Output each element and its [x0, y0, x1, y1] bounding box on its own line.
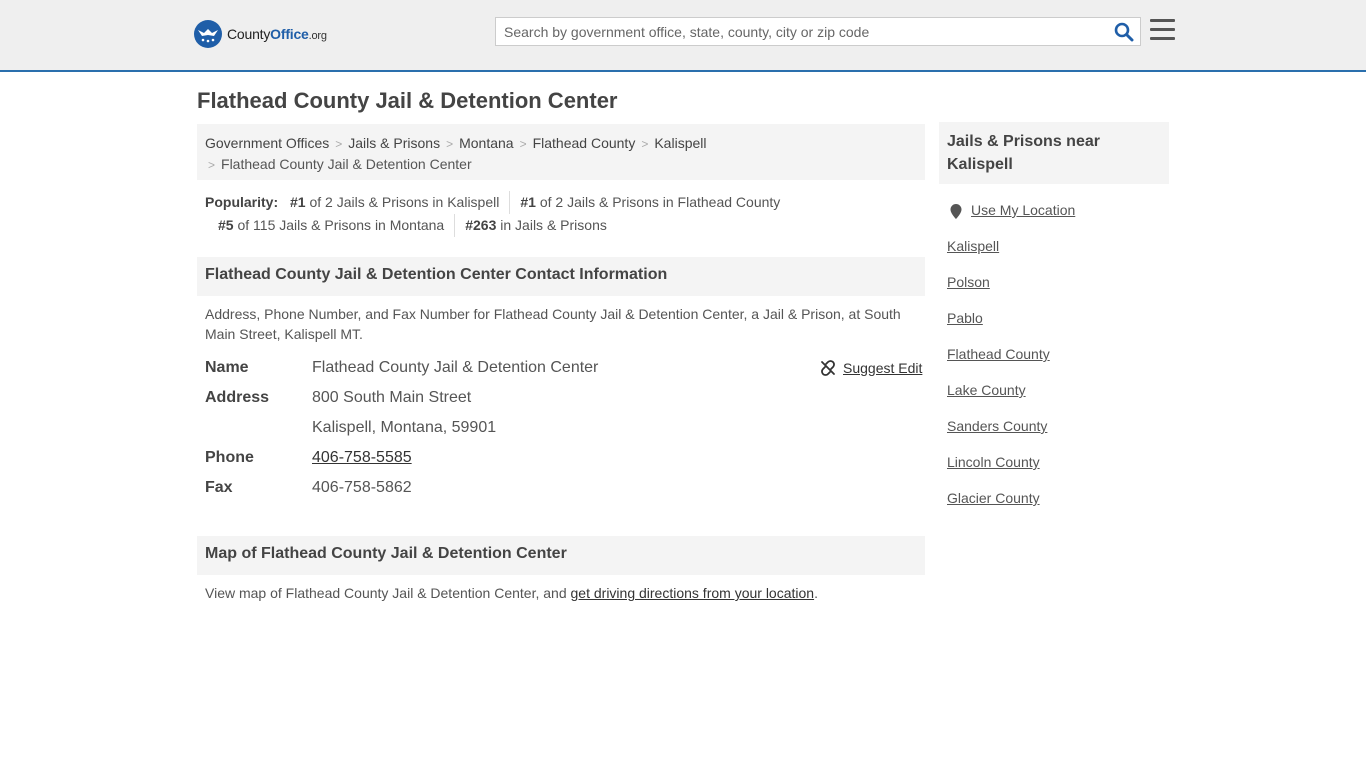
- popularity-item: #5 of 115 Jails & Prisons in Montana: [218, 217, 445, 233]
- use-my-location-link[interactable]: Use My Location: [971, 202, 1075, 218]
- breadcrumb-government-offices[interactable]: Government Offices: [205, 135, 329, 151]
- popularity-stats: Popularity: #1 of 2 Jails & Prisons in K…: [205, 191, 925, 237]
- nearby-link-lincoln-county[interactable]: Lincoln County: [947, 454, 1040, 470]
- nearby-link-sanders-county[interactable]: Sanders County: [947, 418, 1047, 434]
- unlink-icon: [821, 360, 835, 376]
- map-heading: Map of Flathead County Jail & Detention …: [197, 536, 925, 575]
- eagle-icon: [194, 20, 222, 48]
- search-icon[interactable]: [1114, 22, 1134, 42]
- chevron-right-icon: >: [519, 137, 527, 151]
- fax-label: Fax: [205, 479, 233, 496]
- contact-description: Address, Phone Number, and Fax Number fo…: [205, 306, 901, 342]
- contact-heading: Flathead County Jail & Detention Center …: [197, 257, 925, 296]
- name-value: Flathead County Jail & Detention Center: [312, 359, 599, 376]
- search-input[interactable]: [496, 18, 1106, 45]
- nearby-link-flathead-county[interactable]: Flathead County: [947, 346, 1050, 362]
- chevron-right-icon: >: [641, 137, 649, 151]
- breadcrumb-montana[interactable]: Montana: [459, 135, 513, 151]
- logo-wordmark: CountyOffice.org: [227, 26, 327, 42]
- address-line2: Kalispell, Montana, 59901: [312, 419, 497, 436]
- chevron-right-icon: >: [208, 158, 216, 172]
- nearby-link-pablo[interactable]: Pablo: [947, 310, 983, 326]
- phone-label: Phone: [205, 449, 254, 466]
- driving-directions-link[interactable]: get driving directions from your locatio…: [571, 585, 815, 601]
- breadcrumb-kalispell[interactable]: Kalispell: [654, 135, 706, 151]
- breadcrumb-current: Flathead County Jail & Detention Center: [221, 156, 472, 172]
- nearby-link-glacier-county[interactable]: Glacier County: [947, 490, 1040, 506]
- site-header: CountyOffice.org: [0, 0, 1366, 72]
- popularity-label: Popularity:: [205, 194, 279, 210]
- sidebar-heading: Jails & Prisons near Kalispell: [939, 122, 1169, 184]
- nearby-link-polson[interactable]: Polson: [947, 274, 990, 290]
- page-title: Flathead County Jail & Detention Center: [197, 88, 618, 113]
- address-line1: 800 South Main Street: [312, 389, 472, 406]
- nearby-link-kalispell[interactable]: Kalispell: [947, 238, 999, 254]
- popularity-item: #1 of 2 Jails & Prisons in Flathead Coun…: [509, 191, 790, 214]
- chevron-right-icon: >: [335, 137, 343, 151]
- chevron-right-icon: >: [446, 137, 454, 151]
- map-marker-icon: [950, 204, 962, 219]
- fax-value: 406-758-5862: [312, 479, 412, 496]
- address-label: Address: [205, 389, 270, 406]
- phone-link[interactable]: 406-758-5585: [312, 449, 412, 466]
- nearby-link-lake-county[interactable]: Lake County: [947, 382, 1026, 398]
- hamburger-menu-icon[interactable]: [1150, 19, 1175, 41]
- map-description: View map of Flathead County Jail & Deten…: [205, 585, 818, 601]
- name-label: Name: [205, 359, 249, 376]
- breadcrumb-jails-prisons[interactable]: Jails & Prisons: [348, 135, 440, 151]
- suggest-edit-link[interactable]: Suggest Edit: [843, 360, 922, 376]
- use-my-location-button[interactable]: Use My Location: [947, 202, 1087, 222]
- breadcrumb: Government Offices > Jails & Prisons > Monta…: [197, 124, 925, 180]
- site-logo[interactable]: CountyOffice.org: [194, 20, 327, 48]
- suggest-edit-button[interactable]: Suggest Edit: [820, 360, 922, 376]
- breadcrumb-flathead-county[interactable]: Flathead County: [533, 135, 636, 151]
- popularity-item: #1 of 2 Jails & Prisons in Kalispell: [290, 194, 500, 210]
- popularity-item: #263 in Jails & Prisons: [454, 214, 617, 237]
- search-box: [495, 17, 1141, 46]
